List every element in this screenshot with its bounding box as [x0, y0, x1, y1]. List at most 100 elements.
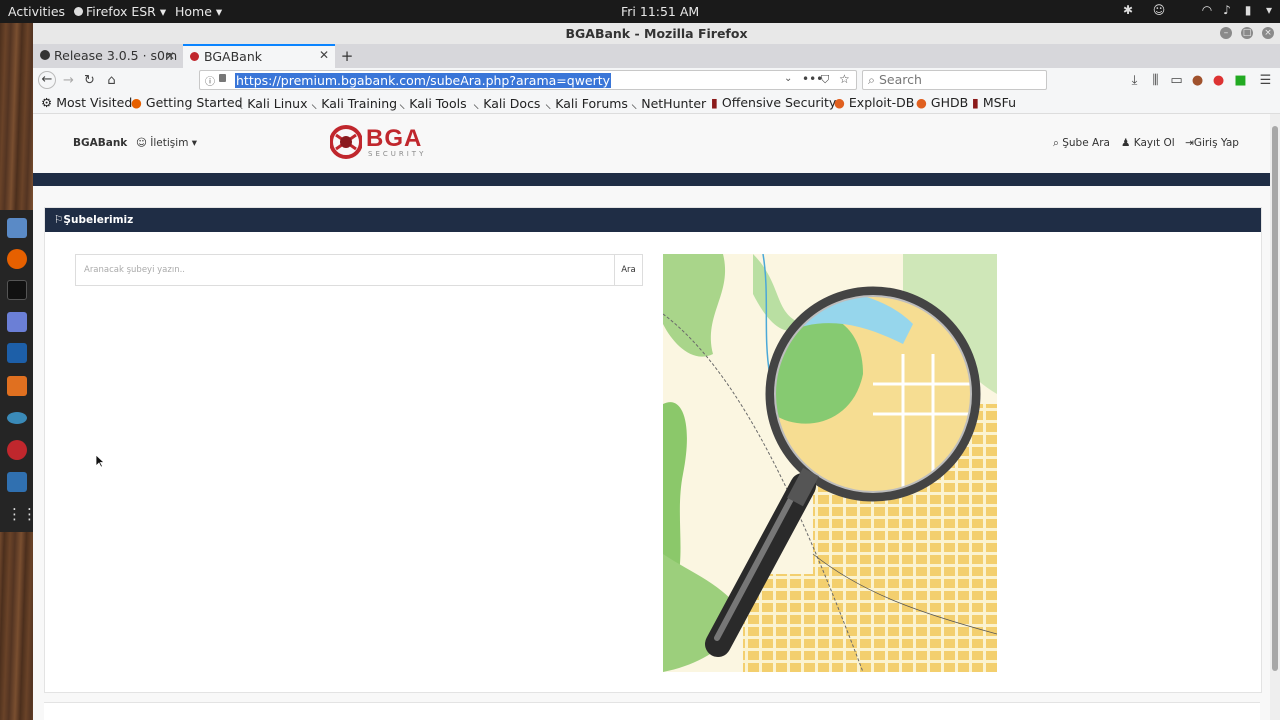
clock[interactable]: Fri 11:51 AM — [621, 4, 699, 19]
ghdb-icon: ● — [916, 95, 927, 110]
volume-icon[interactable]: ♪ — [1220, 3, 1234, 17]
offsec-icon: ▮ — [711, 95, 718, 110]
downloads-icon[interactable]: ⤓ — [1126, 72, 1143, 89]
firefox-icon — [74, 7, 83, 16]
battery-icon[interactable]: ▮ — [1241, 3, 1255, 17]
firefox-small-icon: ● — [131, 95, 142, 110]
bookmark-label: Kali Training — [321, 96, 398, 111]
contact-dropdown[interactable]: ☺ İletişim ▾ — [136, 137, 197, 149]
search-icon: ⌕ — [1053, 137, 1059, 149]
addon-green-icon[interactable]: ■ — [1232, 72, 1249, 89]
url-dropdown-icon[interactable]: ⌄ — [784, 73, 792, 84]
bookmark-kali-forums[interactable]: ⸜ Kali Forums — [545, 95, 628, 112]
terminal-app-icon[interactable] — [7, 280, 27, 300]
bookmark-label: GHDB — [930, 95, 969, 110]
panel-header: ⚐Şubelerimiz — [45, 208, 1261, 232]
tab-release-label: Release 3.0.5 · s0m — [54, 48, 178, 63]
bga-logo[interactable]: BGA SECURITY — [330, 125, 440, 161]
library-icon[interactable]: ⫼ — [1147, 72, 1164, 89]
window-title: BGABank - Mozilla Firefox — [33, 23, 1280, 44]
firefox-app-menu[interactable]: Firefox ESR ▾ — [74, 4, 166, 19]
caret-down-icon: ▾ — [191, 137, 198, 149]
bookmark-kali-tools[interactable]: ⸜ Kali Tools — [399, 95, 467, 112]
wifi-icon[interactable]: ◠ — [1200, 3, 1214, 17]
bookmark-ghdb[interactable]: ● GHDB — [916, 95, 968, 110]
login-label: Giriş Yap — [1193, 137, 1239, 149]
new-tab-button[interactable]: + — [338, 44, 356, 68]
back-button[interactable]: ← — [38, 71, 56, 89]
cookie-extension-icon[interactable]: ● — [1189, 72, 1206, 89]
branch-search-placeholder: Aranacak şubeyi yazın.. — [84, 265, 186, 275]
bookmark-kali-docs[interactable]: ⸜ Kali Docs — [473, 95, 540, 112]
addon-red-icon[interactable]: ● — [1210, 72, 1227, 89]
search-field[interactable]: ⌕ Search — [862, 70, 1047, 90]
burpsuite-app-icon[interactable] — [7, 376, 27, 396]
bookmark-nethunter[interactable]: ⸜ NetHunter — [631, 95, 706, 112]
tab-release[interactable]: Release 3.0.5 · s0m ✕ — [33, 44, 181, 68]
extensions-icon[interactable]: ✱ — [1121, 3, 1135, 17]
bookmark-label: Kali Tools — [409, 96, 467, 111]
firefox-app-icon[interactable] — [7, 249, 27, 269]
scrollbar-thumb[interactable] — [1272, 126, 1278, 671]
bookmark-label: Getting Started — [145, 95, 243, 110]
system-menu-chevron-icon[interactable]: ▾ — [1262, 3, 1276, 17]
bga-logo-mark-icon — [330, 125, 362, 159]
cherrytree-app-icon[interactable] — [7, 440, 27, 460]
search-button[interactable]: Ara — [614, 254, 643, 286]
maximize-button[interactable]: □ — [1241, 27, 1253, 39]
metasploit-app-icon[interactable] — [7, 343, 27, 363]
site-header: BGABank ☺ İletişim ▾ BGA SECURITY ⌕ Şube… — [33, 114, 1270, 173]
bookmark-msfu[interactable]: ▮ MSFu — [972, 95, 1016, 110]
minimize-button[interactable]: – — [1220, 27, 1232, 39]
accessibility-icon[interactable]: ☺ — [1152, 3, 1166, 17]
bookmark-kali-linux[interactable]: ⸜ Kali Linux — [237, 95, 307, 112]
firefox-window: BGABank - Mozilla Firefox – □ × Release … — [33, 23, 1280, 720]
eye-app-icon[interactable] — [7, 412, 27, 424]
branch-search-input[interactable]: Aranacak şubeyi yazın.. — [75, 254, 615, 286]
bookmark-kali-training[interactable]: ⸜ Kali Training — [311, 95, 397, 112]
search-icon: ⌕ — [868, 72, 876, 87]
user-icon: ♟ — [1121, 137, 1131, 149]
hamburger-menu-icon[interactable]: ☰ — [1257, 72, 1274, 89]
url-bar[interactable]: ⓘ https://premium.bgabank.com/subeAra.ph… — [199, 70, 857, 90]
bgabank-favicon-icon — [190, 52, 199, 61]
bookmark-most-visited[interactable]: ⚙ Most Visited — [41, 95, 132, 110]
screenshot-app-icon[interactable] — [7, 472, 27, 492]
files-app-icon[interactable] — [7, 218, 27, 238]
bookmark-label: Kali Docs — [483, 96, 541, 111]
page-scrollbar[interactable] — [1270, 114, 1280, 720]
url-text[interactable]: https://premium.bgabank.com/subeAra.php?… — [235, 73, 612, 88]
home-button[interactable]: ⌂ — [103, 72, 120, 89]
nav-strip — [33, 173, 1270, 186]
login-link[interactable]: ⇥Giriş Yap — [1185, 137, 1239, 149]
page-content: BGABank ☺ İletişim ▾ BGA SECURITY ⌕ Şube… — [33, 114, 1270, 720]
bookmark-getting-started[interactable]: ● Getting Started — [131, 95, 243, 110]
panel-title: Şubelerimiz — [63, 214, 134, 226]
logo-subtext: SECURITY — [368, 150, 427, 158]
register-link[interactable]: ♟ Kayıt Ol — [1121, 137, 1175, 149]
forward-button[interactable]: → — [60, 72, 77, 89]
bookmark-label: Kali Linux — [247, 96, 308, 111]
bookmark-label: Kali Forums — [555, 96, 628, 111]
tab-bgabank[interactable]: BGABank ✕ — [183, 44, 335, 68]
sidebar-icon[interactable]: ▭ — [1168, 72, 1185, 89]
bookmark-label: Exploit-DB — [848, 95, 915, 110]
branch-search-label: Şube Ara — [1062, 137, 1110, 149]
tab-close-icon[interactable]: ✕ — [165, 44, 175, 68]
close-window-button[interactable]: × — [1262, 27, 1274, 39]
pocket-icon[interactable]: ⛉ — [821, 73, 829, 87]
bookmark-star-icon[interactable]: ☆ — [839, 72, 850, 86]
branch-search-link[interactable]: ⌕ Şube Ara — [1053, 137, 1110, 150]
tab-close-icon[interactable]: ✕ — [319, 46, 329, 66]
bookmark-offensive-security[interactable]: ▮ Offensive Security — [711, 95, 836, 110]
show-apps-grid-icon[interactable]: ⋮⋮ — [7, 504, 37, 524]
map-illustration-icon — [662, 253, 998, 673]
tab-bar: Release 3.0.5 · s0m ✕ BGABank ✕ + — [33, 44, 1280, 68]
brand-link[interactable]: BGABank — [73, 137, 127, 149]
activities-button[interactable]: Activities — [8, 4, 65, 19]
home-places-menu[interactable]: Home ▾ — [175, 4, 222, 19]
reload-button[interactable]: ↻ — [81, 72, 98, 89]
notes-app-icon[interactable] — [7, 312, 27, 332]
bookmark-exploit-db[interactable]: ● Exploit-DB — [834, 95, 914, 110]
search-placeholder: Search — [879, 72, 922, 87]
